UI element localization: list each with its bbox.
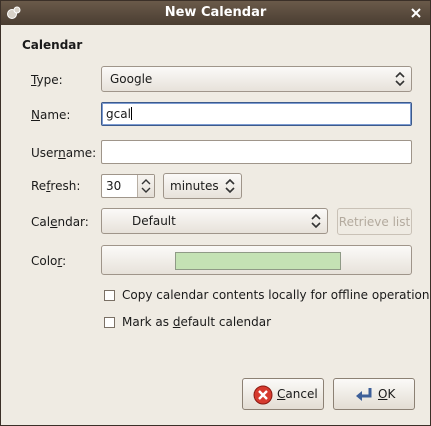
name-field[interactable]: gcal bbox=[101, 102, 412, 126]
name-value: gcal bbox=[106, 107, 131, 121]
enter-arrow-icon bbox=[356, 388, 372, 401]
refresh-unit-combo[interactable]: minutes bbox=[163, 173, 242, 199]
color-label: Color: bbox=[31, 254, 67, 268]
calendar-combo[interactable]: Default bbox=[101, 208, 328, 234]
refresh-spinner[interactable]: 30 bbox=[101, 174, 155, 198]
username-field[interactable] bbox=[101, 140, 412, 164]
window-title: New Calendar bbox=[164, 5, 267, 20]
cancel-icon bbox=[253, 385, 273, 405]
copy-locally-checkbox[interactable] bbox=[104, 290, 115, 301]
copy-locally-label[interactable]: Copy calendar contents locally for offli… bbox=[122, 288, 429, 302]
section-title: Calendar bbox=[22, 38, 83, 52]
title-bar[interactable]: New Calendar bbox=[1, 1, 430, 25]
refresh-value: 30 bbox=[106, 179, 122, 193]
username-label: Username: bbox=[31, 146, 97, 160]
type-label: Type: bbox=[31, 73, 63, 87]
updown-arrows-icon bbox=[395, 71, 405, 87]
type-combo[interactable]: Google bbox=[101, 66, 412, 92]
name-label: Name: bbox=[31, 108, 71, 122]
color-swatch bbox=[175, 252, 341, 270]
updown-arrows-icon bbox=[225, 178, 235, 194]
ok-button[interactable]: OK bbox=[333, 378, 415, 410]
updown-arrows-icon bbox=[311, 213, 321, 229]
refresh-unit-value: minutes bbox=[170, 179, 219, 193]
close-icon[interactable] bbox=[408, 5, 424, 21]
color-picker-button[interactable] bbox=[101, 245, 412, 275]
default-calendar-label[interactable]: Mark as default calendar bbox=[122, 315, 271, 329]
type-value: Google bbox=[110, 72, 153, 86]
text-caret bbox=[130, 107, 132, 120]
retrieve-list-button[interactable]: Retrieve list bbox=[337, 208, 412, 235]
cancel-button[interactable]: Cancel bbox=[242, 378, 324, 410]
spin-arrows-icon bbox=[141, 179, 151, 193]
default-calendar-checkbox[interactable] bbox=[104, 317, 115, 328]
refresh-label: Refresh: bbox=[31, 179, 81, 193]
new-calendar-dialog: New Calendar Calendar Type: Google Name:… bbox=[0, 0, 431, 426]
calendar-value: Default bbox=[132, 214, 176, 228]
calendar-label: Calendar: bbox=[31, 215, 89, 229]
spinner-buttons[interactable] bbox=[137, 175, 154, 197]
